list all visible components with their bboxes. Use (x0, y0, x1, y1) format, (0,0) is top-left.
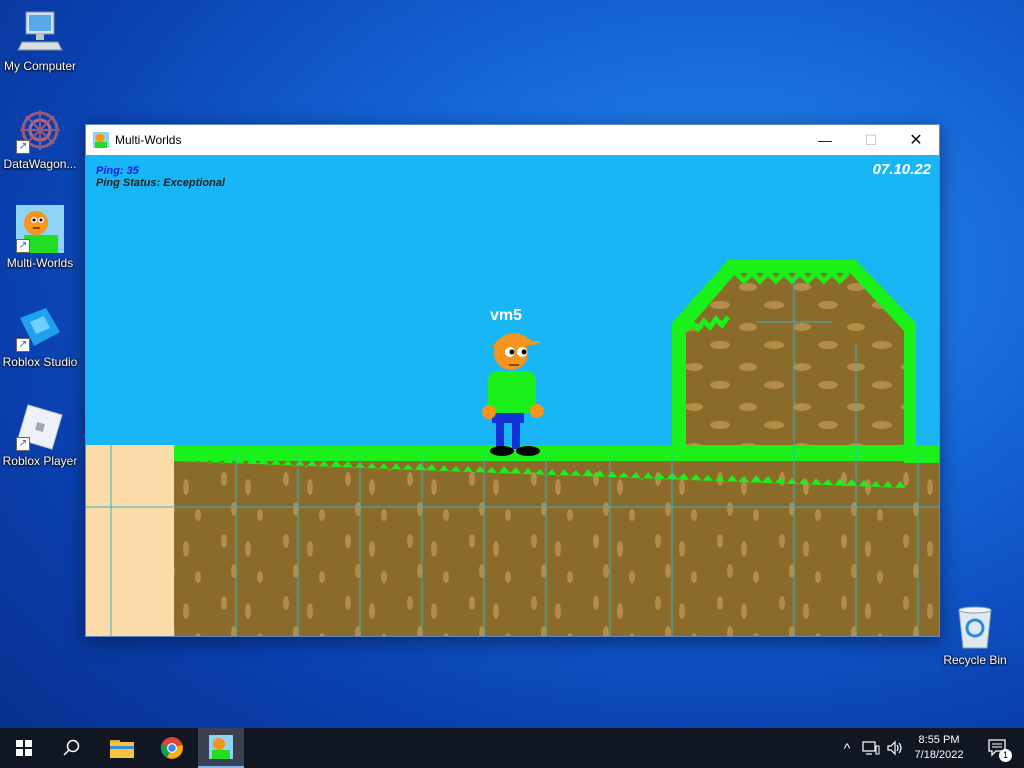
minimize-icon: — (818, 132, 832, 148)
ground-dirt (174, 461, 939, 636)
desktop-icon-label: Roblox Player (2, 454, 78, 468)
maximize-icon: ☐ (864, 131, 878, 148)
shortcut-arrow-icon: ↗ (16, 140, 30, 154)
close-button[interactable]: ✕ (893, 125, 939, 155)
maximize-button[interactable]: ☐ (848, 125, 894, 155)
app-icon (93, 132, 109, 148)
network-icon (862, 741, 880, 755)
desktop-icon-label: Roblox Studio (2, 355, 78, 369)
game-scene (86, 260, 939, 636)
tray-network[interactable] (860, 728, 882, 768)
desktop-icon-recycle-bin[interactable]: Recycle Bin (935, 602, 1015, 667)
notification-count: 1 (999, 749, 1012, 762)
desktop-icon-label: My Computer (3, 59, 77, 73)
desktop-icon-label: Recycle Bin (943, 653, 1007, 667)
close-icon: ✕ (909, 132, 923, 149)
game-viewport[interactable]: Ping: 35 Ping Status: Exceptional 07.10.… (86, 155, 939, 636)
desktop-icon-label: Multi-Worlds (6, 256, 74, 270)
taskbar-file-explorer[interactable] (98, 728, 146, 768)
start-icon (16, 740, 32, 756)
ping-status: Ping Status: Exceptional (96, 177, 225, 189)
taskbar: ^ 8:55 PM 7/18/2022 1 (0, 728, 1024, 768)
volume-icon (887, 740, 902, 756)
search-icon (63, 739, 80, 756)
chrome-icon (160, 737, 183, 759)
clock[interactable]: 8:55 PM 7/18/2022 (906, 728, 972, 768)
desktop-icon-label: DataWagon... (3, 157, 77, 171)
roblox-studio-icon: ↗ (16, 304, 64, 352)
file-explorer-icon (110, 740, 134, 758)
chevron-up-icon: ^ (843, 740, 851, 756)
multi-worlds-window: Multi-Worlds — ☐ ✕ Ping: 35 Ping Status:… (85, 124, 940, 637)
computer-icon (16, 8, 64, 56)
grass-top (174, 445, 939, 463)
search-button[interactable] (48, 728, 96, 768)
ping-readout: Ping: 35 Ping Status: Exceptional (96, 165, 225, 189)
recycle-bin-icon (951, 602, 999, 650)
multiworlds-icon: ↗ (16, 205, 64, 253)
start-button[interactable] (0, 728, 48, 768)
minimize-button[interactable]: — (802, 125, 848, 155)
tray-volume[interactable] (884, 728, 906, 768)
notification-button[interactable]: 1 (978, 728, 1018, 768)
desktop-icon-multi-worlds[interactable]: ↗ Multi-Worlds (0, 205, 80, 270)
taskbar-chrome[interactable] (148, 728, 196, 768)
roblox-player-icon: ↗ (16, 403, 64, 451)
multiworlds-icon (209, 735, 233, 759)
taskbar-multi-worlds[interactable] (198, 728, 244, 768)
desktop-icon-roblox-player[interactable]: ↗ Roblox Player (0, 403, 80, 468)
shortcut-arrow-icon: ↗ (16, 338, 30, 352)
player-name-tag: vm5 (490, 307, 523, 324)
shortcut-arrow-icon: ↗ (16, 437, 30, 451)
sand-block (86, 445, 174, 636)
window-titlebar[interactable]: Multi-Worlds — ☐ ✕ (86, 125, 939, 155)
window-title: Multi-Worlds (115, 133, 182, 147)
player-character (482, 333, 544, 456)
desktop-icon-my-computer[interactable]: My Computer (0, 8, 80, 73)
clock-time: 8:55 PM (918, 734, 960, 746)
desktop-icon-roblox-studio[interactable]: ↗ Roblox Studio (0, 304, 80, 369)
clock-date: 7/18/2022 (914, 749, 964, 761)
game-date: 07.10.22 (872, 161, 931, 178)
tray-chevron[interactable]: ^ (838, 728, 856, 768)
shortcut-arrow-icon: ↗ (16, 239, 30, 253)
datawagon-icon: ↗ (16, 106, 64, 154)
desktop-icon-datawagon[interactable]: ↗ DataWagon... (0, 106, 80, 171)
ping-value: Ping: 35 (96, 165, 139, 177)
